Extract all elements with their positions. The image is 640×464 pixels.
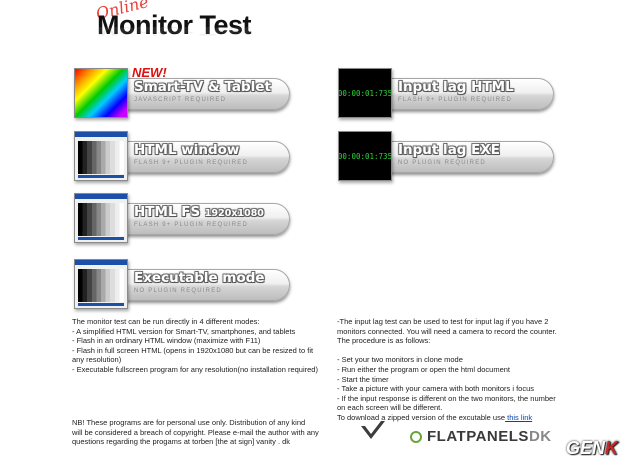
timer-readout: 00:00:01:735 bbox=[339, 132, 391, 180]
button-requirement: NO PLUGIN REQUIRED bbox=[134, 288, 222, 294]
flatpanels-mark-icon bbox=[361, 421, 385, 439]
button-requirement: FLASH 9+ PLUGIN REQUIRED bbox=[398, 97, 512, 103]
step-line: - Set your two monitors in clone mode bbox=[337, 355, 463, 365]
timer-thumbnail-icon: 00:00:01:735 bbox=[338, 68, 392, 118]
timer-thumbnail-icon: 00:00:01:735 bbox=[338, 131, 392, 181]
button-label: HTML window bbox=[134, 142, 240, 158]
description-line: any resolution) bbox=[72, 355, 122, 365]
genk-watermark: GENK bbox=[566, 438, 618, 459]
note-line: will be considered a breach of copyright… bbox=[72, 427, 319, 437]
watermark-main: GEN bbox=[566, 438, 606, 458]
description-line: - Executable fullscreen program for any … bbox=[72, 364, 318, 374]
input-lag-exe-button[interactable]: 00:00:01:735 Input lag EXE NO PLUGIN REQ… bbox=[338, 131, 554, 181]
brand-main: FLATPANELS bbox=[427, 428, 529, 445]
watermark-k: K bbox=[605, 438, 619, 458]
step-line: - If the input response is different on … bbox=[337, 393, 556, 403]
button-label: Smart-TV & Tablet bbox=[134, 79, 271, 95]
description-line: - Flash in an ordinary HTML window (maxi… bbox=[72, 336, 261, 346]
flatpanels-brand: FLATPANELSDK bbox=[427, 428, 552, 445]
button-label-main: HTML FS bbox=[134, 204, 201, 220]
button-label-resolution: 1920x1080 bbox=[204, 208, 264, 219]
step-line: on each screen will be different. bbox=[337, 403, 443, 413]
grayscale-thumbnail-icon bbox=[74, 193, 128, 243]
step-line: - Run either the program or open the htm… bbox=[337, 364, 511, 374]
copyright-note: NB! These programs are for personal use … bbox=[72, 418, 347, 447]
button-label: Input lag HTML bbox=[398, 79, 514, 95]
smart-tv-tablet-button[interactable]: NEW! Smart-TV & Tablet JAVASCRIPT REQUIR… bbox=[74, 65, 290, 118]
html-fullscreen-button[interactable]: HTML FS 1920x1080 FLASH 9+ PLUGIN REQUIR… bbox=[74, 193, 290, 243]
new-badge: NEW! bbox=[132, 65, 167, 80]
button-label: Executable mode bbox=[134, 270, 265, 286]
timer-readout: 00:00:01:735 bbox=[339, 69, 391, 117]
grayscale-thumbnail-icon bbox=[74, 259, 128, 309]
input-lag-html-button[interactable]: 00:00:01:735 Input lag HTML FLASH 9+ PLU… bbox=[338, 68, 554, 118]
intro-line: monitors connected. You will need a came… bbox=[337, 326, 557, 336]
title-reflection: Monitor Test bbox=[97, 24, 251, 39]
rainbow-thumbnail-icon bbox=[74, 68, 128, 118]
intro-line: The procedure is as follows: bbox=[337, 336, 431, 346]
button-requirement: NO PLUGIN REQUIRED bbox=[398, 160, 486, 166]
button-requirement: JAVASCRIPT REQUIRED bbox=[134, 97, 227, 103]
site-logo: Online Monitor Test Monitor Test bbox=[82, 0, 302, 50]
button-requirement: FLASH 9+ PLUGIN REQUIRED bbox=[134, 160, 248, 166]
step-line: - Take a picture with your camera with b… bbox=[337, 384, 535, 394]
brand-suffix: DK bbox=[528, 428, 552, 445]
modes-description: The monitor test can be run directly in … bbox=[72, 317, 342, 375]
download-link[interactable]: this link bbox=[505, 413, 532, 422]
executable-mode-button[interactable]: Executable mode NO PLUGIN REQUIRED bbox=[74, 259, 290, 309]
button-label: HTML FS 1920x1080 bbox=[134, 204, 264, 220]
button-label: Input lag EXE bbox=[398, 142, 501, 158]
description-line: The monitor test can be run directly in … bbox=[72, 317, 260, 326]
note-line: questions regarding the progams at torbe… bbox=[72, 437, 291, 447]
description-line: - Flash in full screen HTML (opens in 19… bbox=[72, 345, 314, 355]
intro-line: -The input lag test can be used to test … bbox=[337, 317, 549, 326]
button-requirement: FLASH 9+ PLUGIN REQUIRED bbox=[134, 222, 248, 228]
html-window-button[interactable]: HTML window FLASH 9+ PLUGIN REQUIRED bbox=[74, 131, 290, 181]
note-line: NB! These programs are for personal use … bbox=[72, 418, 306, 427]
description-line: - A simplified HTML version for Smart-TV… bbox=[72, 326, 296, 336]
step-line: - Start the timer bbox=[337, 374, 389, 384]
input-lag-description: -The input lag test can be used to test … bbox=[337, 317, 607, 423]
grayscale-thumbnail-icon bbox=[74, 131, 128, 181]
power-icon bbox=[410, 431, 422, 443]
